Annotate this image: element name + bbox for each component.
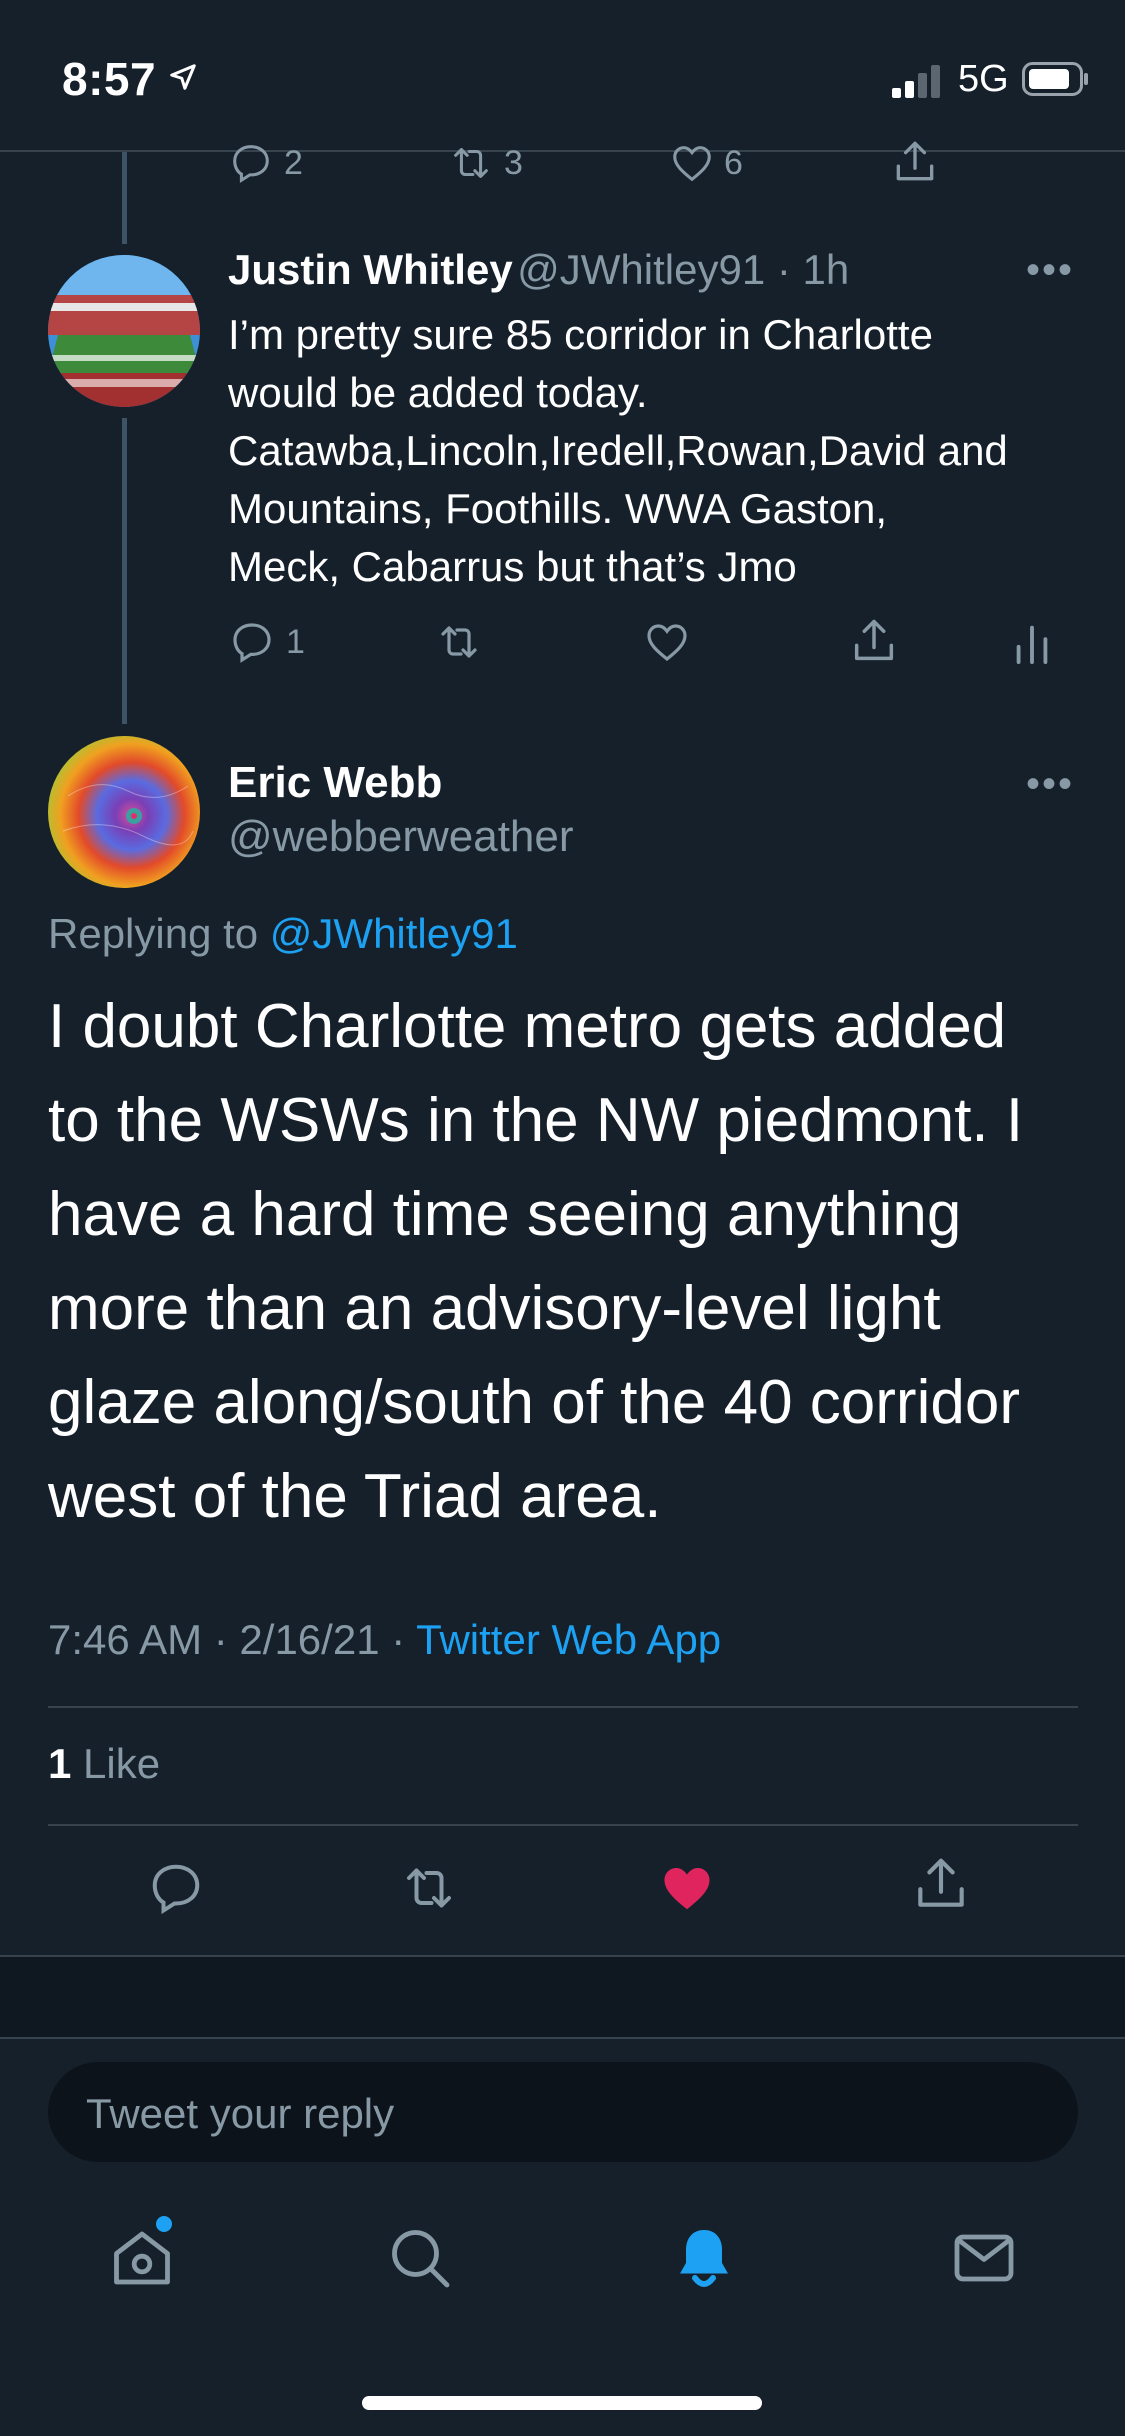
retweet-button[interactable] [432, 618, 486, 666]
reply-count: 1 [286, 622, 305, 661]
reply-input[interactable]: Tweet your reply [48, 2062, 1078, 2162]
main-author-name[interactable]: Eric Webb [228, 758, 442, 808]
status-time: 8:57 [62, 53, 157, 105]
heart-icon [642, 618, 692, 666]
like-label: Like [71, 1740, 161, 1787]
home-icon [106, 2222, 178, 2294]
reply-icon [228, 618, 276, 666]
tweet-text-line: glaze along/south of the 40 corridor [48, 1368, 1020, 1437]
tweet-text-line: to the WSWs in the NW piedmont. I [48, 1086, 1024, 1155]
heart-icon [668, 140, 716, 186]
share-icon [910, 1852, 972, 1916]
tweet-text-line: Meck, Cabarrus but that’s Jmo [228, 543, 797, 590]
tweet-meta: 7:46 AM · 2/16/21 · Twitter Web App [48, 1616, 721, 1664]
divider [48, 1706, 1078, 1708]
replying-to-handle-link[interactable]: @JWhitley91 [270, 910, 518, 957]
location-arrow-icon [168, 62, 198, 92]
more-options-icon[interactable]: ••• [1026, 248, 1074, 293]
like-count: 1 [48, 1740, 72, 1787]
main-author-handle[interactable]: @webberweather [228, 812, 574, 862]
reply-button[interactable]: 1 [228, 618, 305, 666]
avatar-justin-whitley[interactable] [48, 255, 200, 407]
share-icon [890, 136, 940, 188]
tab-notifications[interactable] [668, 2220, 740, 2294]
mail-icon [948, 2222, 1020, 2294]
divider [48, 1824, 1078, 1826]
tweet-text-line: have a hard time seeing anything [48, 1180, 962, 1249]
likes-summary[interactable]: 1 Like [48, 1740, 160, 1788]
analytics-button[interactable] [1012, 620, 1052, 666]
main-reply-button[interactable] [146, 1858, 206, 1918]
prev-retweet-button[interactable]: 3 [446, 140, 523, 186]
tweet-text-line: Mountains, Foothills. WWA Gaston, [228, 485, 888, 532]
header-divider [0, 150, 1125, 152]
avatar-eric-webb[interactable] [48, 736, 200, 888]
analytics-icon [1012, 620, 1052, 666]
tab-search[interactable] [384, 2222, 456, 2294]
tweet-text-line: I’m pretty sure 85 corridor in Charlotte [228, 311, 933, 358]
reply-tweet-text: I’m pretty sure 85 corridor in Charlotte… [228, 306, 1125, 596]
tab-home[interactable] [106, 2216, 178, 2294]
main-tweet-text: I doubt Charlotte metro gets added to th… [48, 980, 1098, 1544]
thread-line-middle [122, 418, 127, 724]
author-handle-time: @JWhitley91 · 1h [517, 246, 850, 293]
bell-icon [668, 2220, 740, 2294]
like-button[interactable] [642, 618, 692, 666]
home-indicator[interactable] [362, 2396, 762, 2410]
tweet-text-line: west of the Triad area. [48, 1462, 662, 1531]
prev-share-button[interactable] [890, 136, 940, 188]
tab-messages[interactable] [948, 2222, 1020, 2294]
section-separator [0, 1955, 1125, 2039]
prev-reply-count: 2 [284, 143, 303, 182]
new-content-dot [156, 2216, 172, 2232]
main-share-button[interactable] [910, 1852, 972, 1916]
more-options-icon[interactable]: ••• [1026, 762, 1074, 807]
prev-like-count: 6 [724, 143, 743, 182]
heart-filled-icon [656, 1858, 718, 1918]
tweet-timestamp: 7:46 AM · 2/16/21 · [48, 1616, 417, 1663]
prev-reply-button[interactable]: 2 [228, 140, 303, 186]
replying-to-line: Replying to @JWhitley91 [48, 910, 518, 958]
search-icon [384, 2222, 456, 2294]
tweet-text-line: Catawba,Lincoln,Iredell,Rowan,David and [228, 427, 1008, 474]
retweet-icon [432, 618, 486, 666]
retweet-icon [446, 140, 496, 186]
reply-icon [228, 140, 274, 186]
replying-to-label: Replying to [48, 910, 270, 957]
prev-retweet-count: 3 [504, 143, 523, 182]
tweet-source-link[interactable]: Twitter Web App [416, 1616, 721, 1663]
tweet-text-line: I doubt Charlotte metro gets added [48, 992, 1007, 1061]
reply-tweet-header: Justin Whitley @JWhitley91 · 1h [228, 246, 849, 294]
tweet-text-line: would be added today. [228, 369, 648, 416]
battery-icon [1022, 62, 1090, 96]
reply-input-placeholder: Tweet your reply [86, 2090, 395, 2137]
author-name[interactable]: Justin Whitley [228, 246, 513, 293]
prev-like-button[interactable]: 6 [668, 140, 743, 186]
thread-line-top [122, 152, 127, 244]
cellular-signal-icon [890, 64, 946, 100]
retweet-icon [396, 1858, 462, 1918]
share-button[interactable] [848, 614, 900, 668]
main-like-button-liked[interactable] [656, 1858, 718, 1918]
tweet-text-line: more than an advisory-level light [48, 1274, 941, 1343]
network-type: 5G [958, 58, 1009, 100]
reply-icon [146, 1858, 206, 1918]
share-icon [848, 614, 900, 668]
status-bar: 8:57 5G [0, 0, 1125, 150]
main-retweet-button[interactable] [396, 1858, 462, 1918]
